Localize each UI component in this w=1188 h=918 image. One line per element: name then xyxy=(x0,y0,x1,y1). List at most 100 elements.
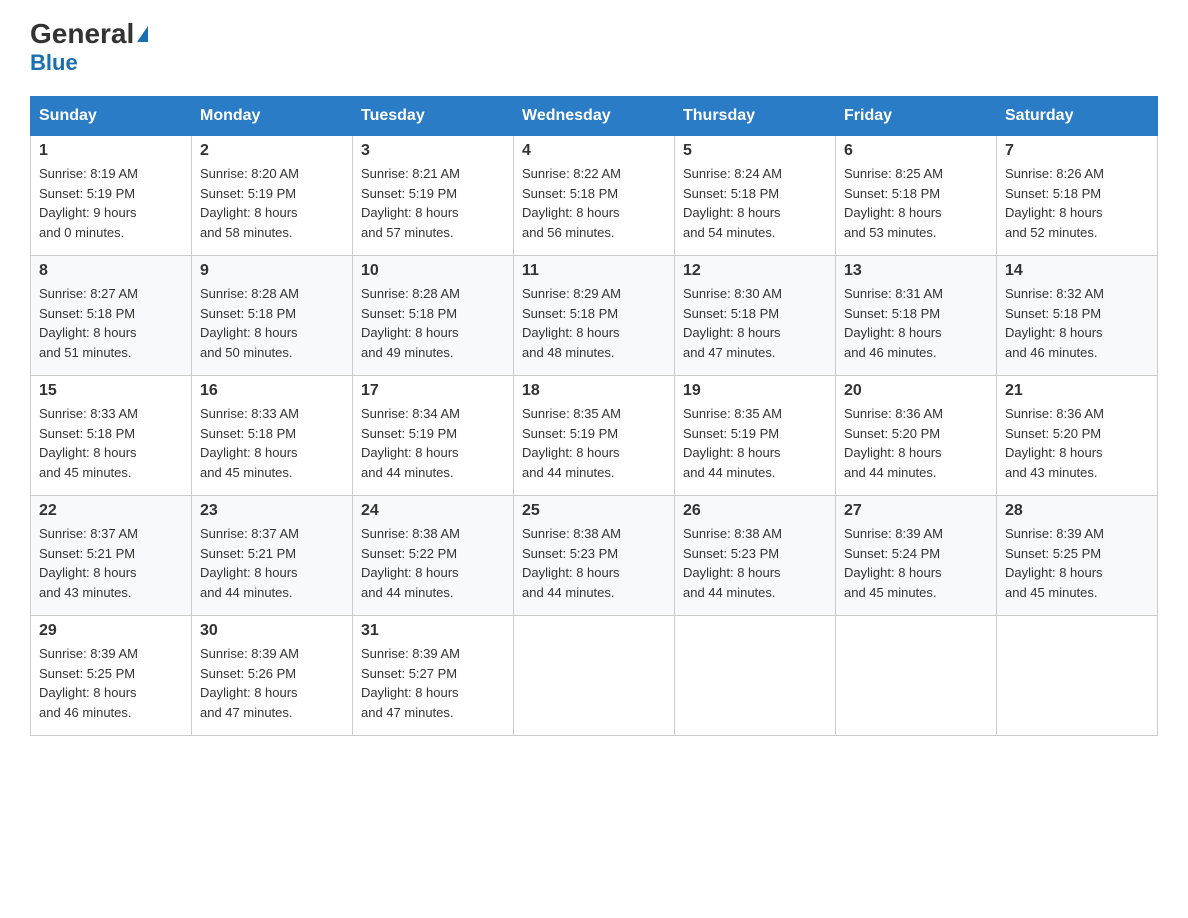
day-info: Sunrise: 8:35 AM Sunset: 5:19 PM Dayligh… xyxy=(522,404,666,482)
calendar-cell: 4 Sunrise: 8:22 AM Sunset: 5:18 PM Dayli… xyxy=(514,136,675,256)
day-number: 11 xyxy=(522,262,666,280)
day-number: 28 xyxy=(1005,502,1149,520)
weekday-header-thursday: Thursday xyxy=(675,97,836,136)
day-info: Sunrise: 8:26 AM Sunset: 5:18 PM Dayligh… xyxy=(1005,164,1149,242)
calendar-cell: 24 Sunrise: 8:38 AM Sunset: 5:22 PM Dayl… xyxy=(353,496,514,616)
day-number: 20 xyxy=(844,382,988,400)
day-info: Sunrise: 8:25 AM Sunset: 5:18 PM Dayligh… xyxy=(844,164,988,242)
weekday-header-friday: Friday xyxy=(836,97,997,136)
week-row-2: 8 Sunrise: 8:27 AM Sunset: 5:18 PM Dayli… xyxy=(31,256,1158,376)
calendar-cell: 28 Sunrise: 8:39 AM Sunset: 5:25 PM Dayl… xyxy=(997,496,1158,616)
day-number: 5 xyxy=(683,142,827,160)
logo-general: General xyxy=(30,20,134,48)
day-number: 7 xyxy=(1005,142,1149,160)
logo: General Blue xyxy=(30,20,148,76)
day-number: 30 xyxy=(200,622,344,640)
page-header: General Blue xyxy=(30,20,1158,76)
calendar-cell xyxy=(997,616,1158,736)
day-number: 4 xyxy=(522,142,666,160)
weekday-header-sunday: Sunday xyxy=(31,97,192,136)
calendar-cell: 26 Sunrise: 8:38 AM Sunset: 5:23 PM Dayl… xyxy=(675,496,836,616)
calendar-cell: 8 Sunrise: 8:27 AM Sunset: 5:18 PM Dayli… xyxy=(31,256,192,376)
calendar-cell: 21 Sunrise: 8:36 AM Sunset: 5:20 PM Dayl… xyxy=(997,376,1158,496)
day-info: Sunrise: 8:33 AM Sunset: 5:18 PM Dayligh… xyxy=(39,404,183,482)
day-info: Sunrise: 8:39 AM Sunset: 5:24 PM Dayligh… xyxy=(844,524,988,602)
calendar-cell: 20 Sunrise: 8:36 AM Sunset: 5:20 PM Dayl… xyxy=(836,376,997,496)
calendar-cell xyxy=(675,616,836,736)
calendar-cell: 7 Sunrise: 8:26 AM Sunset: 5:18 PM Dayli… xyxy=(997,136,1158,256)
day-number: 26 xyxy=(683,502,827,520)
day-number: 29 xyxy=(39,622,183,640)
calendar-cell: 10 Sunrise: 8:28 AM Sunset: 5:18 PM Dayl… xyxy=(353,256,514,376)
calendar-cell xyxy=(836,616,997,736)
day-number: 31 xyxy=(361,622,505,640)
weekday-header-tuesday: Tuesday xyxy=(353,97,514,136)
day-number: 14 xyxy=(1005,262,1149,280)
calendar-cell: 30 Sunrise: 8:39 AM Sunset: 5:26 PM Dayl… xyxy=(192,616,353,736)
day-info: Sunrise: 8:31 AM Sunset: 5:18 PM Dayligh… xyxy=(844,284,988,362)
day-info: Sunrise: 8:38 AM Sunset: 5:22 PM Dayligh… xyxy=(361,524,505,602)
week-row-4: 22 Sunrise: 8:37 AM Sunset: 5:21 PM Dayl… xyxy=(31,496,1158,616)
calendar-cell: 16 Sunrise: 8:33 AM Sunset: 5:18 PM Dayl… xyxy=(192,376,353,496)
day-info: Sunrise: 8:28 AM Sunset: 5:18 PM Dayligh… xyxy=(200,284,344,362)
calendar-cell: 9 Sunrise: 8:28 AM Sunset: 5:18 PM Dayli… xyxy=(192,256,353,376)
weekday-header-row: SundayMondayTuesdayWednesdayThursdayFrid… xyxy=(31,97,1158,136)
day-info: Sunrise: 8:39 AM Sunset: 5:27 PM Dayligh… xyxy=(361,644,505,722)
calendar-cell: 17 Sunrise: 8:34 AM Sunset: 5:19 PM Dayl… xyxy=(353,376,514,496)
calendar-cell xyxy=(514,616,675,736)
day-number: 21 xyxy=(1005,382,1149,400)
day-number: 2 xyxy=(200,142,344,160)
calendar-cell: 1 Sunrise: 8:19 AM Sunset: 5:19 PM Dayli… xyxy=(31,136,192,256)
day-info: Sunrise: 8:36 AM Sunset: 5:20 PM Dayligh… xyxy=(1005,404,1149,482)
calendar-cell: 27 Sunrise: 8:39 AM Sunset: 5:24 PM Dayl… xyxy=(836,496,997,616)
day-info: Sunrise: 8:30 AM Sunset: 5:18 PM Dayligh… xyxy=(683,284,827,362)
weekday-header-saturday: Saturday xyxy=(997,97,1158,136)
day-info: Sunrise: 8:28 AM Sunset: 5:18 PM Dayligh… xyxy=(361,284,505,362)
calendar-cell: 29 Sunrise: 8:39 AM Sunset: 5:25 PM Dayl… xyxy=(31,616,192,736)
calendar-cell: 25 Sunrise: 8:38 AM Sunset: 5:23 PM Dayl… xyxy=(514,496,675,616)
day-number: 23 xyxy=(200,502,344,520)
calendar-cell: 3 Sunrise: 8:21 AM Sunset: 5:19 PM Dayli… xyxy=(353,136,514,256)
day-number: 16 xyxy=(200,382,344,400)
day-number: 13 xyxy=(844,262,988,280)
day-number: 25 xyxy=(522,502,666,520)
day-info: Sunrise: 8:33 AM Sunset: 5:18 PM Dayligh… xyxy=(200,404,344,482)
day-info: Sunrise: 8:27 AM Sunset: 5:18 PM Dayligh… xyxy=(39,284,183,362)
day-info: Sunrise: 8:39 AM Sunset: 5:26 PM Dayligh… xyxy=(200,644,344,722)
day-info: Sunrise: 8:22 AM Sunset: 5:18 PM Dayligh… xyxy=(522,164,666,242)
day-info: Sunrise: 8:37 AM Sunset: 5:21 PM Dayligh… xyxy=(200,524,344,602)
day-info: Sunrise: 8:38 AM Sunset: 5:23 PM Dayligh… xyxy=(522,524,666,602)
day-info: Sunrise: 8:20 AM Sunset: 5:19 PM Dayligh… xyxy=(200,164,344,242)
week-row-3: 15 Sunrise: 8:33 AM Sunset: 5:18 PM Dayl… xyxy=(31,376,1158,496)
day-info: Sunrise: 8:34 AM Sunset: 5:19 PM Dayligh… xyxy=(361,404,505,482)
day-info: Sunrise: 8:39 AM Sunset: 5:25 PM Dayligh… xyxy=(1005,524,1149,602)
week-row-5: 29 Sunrise: 8:39 AM Sunset: 5:25 PM Dayl… xyxy=(31,616,1158,736)
day-number: 1 xyxy=(39,142,183,160)
calendar-cell: 14 Sunrise: 8:32 AM Sunset: 5:18 PM Dayl… xyxy=(997,256,1158,376)
day-info: Sunrise: 8:38 AM Sunset: 5:23 PM Dayligh… xyxy=(683,524,827,602)
week-row-1: 1 Sunrise: 8:19 AM Sunset: 5:19 PM Dayli… xyxy=(31,136,1158,256)
calendar-cell: 19 Sunrise: 8:35 AM Sunset: 5:19 PM Dayl… xyxy=(675,376,836,496)
calendar-cell: 5 Sunrise: 8:24 AM Sunset: 5:18 PM Dayli… xyxy=(675,136,836,256)
calendar-cell: 18 Sunrise: 8:35 AM Sunset: 5:19 PM Dayl… xyxy=(514,376,675,496)
day-number: 22 xyxy=(39,502,183,520)
calendar-cell: 11 Sunrise: 8:29 AM Sunset: 5:18 PM Dayl… xyxy=(514,256,675,376)
calendar-cell: 22 Sunrise: 8:37 AM Sunset: 5:21 PM Dayl… xyxy=(31,496,192,616)
calendar-cell: 2 Sunrise: 8:20 AM Sunset: 5:19 PM Dayli… xyxy=(192,136,353,256)
day-number: 17 xyxy=(361,382,505,400)
day-info: Sunrise: 8:39 AM Sunset: 5:25 PM Dayligh… xyxy=(39,644,183,722)
day-info: Sunrise: 8:29 AM Sunset: 5:18 PM Dayligh… xyxy=(522,284,666,362)
calendar-cell: 6 Sunrise: 8:25 AM Sunset: 5:18 PM Dayli… xyxy=(836,136,997,256)
logo-blue: Blue xyxy=(30,50,78,76)
day-info: Sunrise: 8:37 AM Sunset: 5:21 PM Dayligh… xyxy=(39,524,183,602)
calendar-cell: 31 Sunrise: 8:39 AM Sunset: 5:27 PM Dayl… xyxy=(353,616,514,736)
day-number: 18 xyxy=(522,382,666,400)
day-number: 3 xyxy=(361,142,505,160)
day-info: Sunrise: 8:32 AM Sunset: 5:18 PM Dayligh… xyxy=(1005,284,1149,362)
day-number: 24 xyxy=(361,502,505,520)
calendar-cell: 12 Sunrise: 8:30 AM Sunset: 5:18 PM Dayl… xyxy=(675,256,836,376)
weekday-header-monday: Monday xyxy=(192,97,353,136)
day-number: 27 xyxy=(844,502,988,520)
day-info: Sunrise: 8:21 AM Sunset: 5:19 PM Dayligh… xyxy=(361,164,505,242)
calendar-cell: 13 Sunrise: 8:31 AM Sunset: 5:18 PM Dayl… xyxy=(836,256,997,376)
